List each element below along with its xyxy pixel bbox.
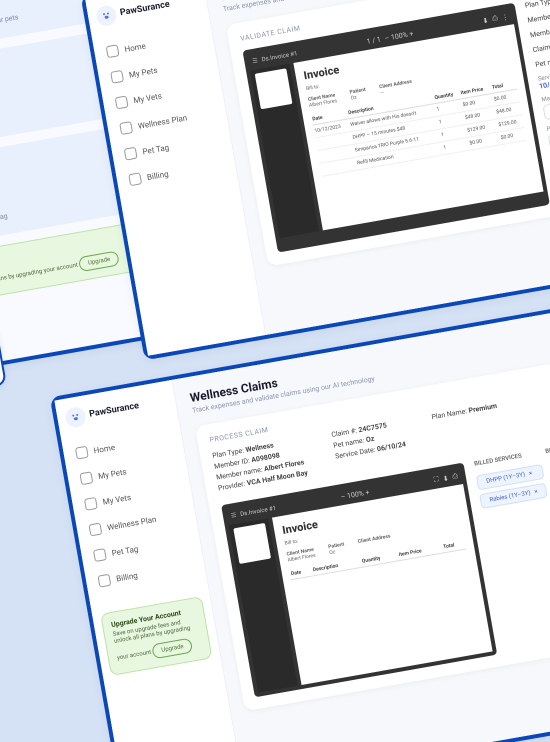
- nav-icon: [115, 95, 129, 109]
- upgrade-button-2[interactable]: Upgrade: [151, 638, 193, 660]
- nav-icon: [93, 548, 107, 562]
- pdf-download-icon[interactable]: ⬇: [482, 16, 489, 25]
- chip-remove-icon[interactable]: ×: [528, 470, 532, 477]
- brand-logo: PawSurance: [95, 0, 200, 27]
- pdf-menu-icon[interactable]: ☰: [231, 512, 238, 520]
- pdf-fit-icon[interactable]: ⛶: [433, 475, 439, 485]
- pdf-zoom[interactable]: – 100% +: [384, 29, 414, 42]
- nav-icon: [110, 70, 124, 84]
- upgrade-button-1[interactable]: Upgrade: [78, 250, 120, 272]
- pdf-download-icon[interactable]: ⬇: [442, 474, 449, 483]
- nav-icon: [97, 574, 111, 588]
- brand-logo-2: PawSurance: [64, 391, 169, 429]
- pdf-menu-icon[interactable]: ☰: [252, 57, 259, 65]
- paw-icon: [64, 406, 87, 429]
- pdf-more-icon[interactable]: ⋮: [501, 12, 509, 21]
- paw-icon: [95, 4, 118, 27]
- nav-icon: [128, 172, 142, 186]
- pdf-thumb[interactable]: [233, 523, 271, 564]
- pdf-viewer-2: ☰ Ds.Invoice #1 – 100% + ⛶ ⬇ ⎙: [221, 462, 498, 697]
- app-validate-panel: PawSurance HomeMy PetsMy VetsWellness Pl…: [81, 0, 550, 360]
- nav-icon: [106, 44, 120, 58]
- pdf-page-indicator: 1 / 1: [366, 35, 381, 45]
- validate-claim-card: VALIDATE CLAIM ☰ Ds.Invoice #1 1 / 1 – 1…: [226, 0, 550, 266]
- nav-icon: [75, 446, 89, 460]
- pdf-filename: Ds.Invoice #1: [261, 50, 298, 63]
- pdf-print-icon[interactable]: ⎙: [452, 472, 459, 482]
- chip-remove-icon[interactable]: ×: [534, 488, 538, 495]
- nav-icon: [88, 523, 102, 537]
- pdf-viewer: ☰ Ds.Invoice #1 1 / 1 – 100% + ⬇ ⎙ ⋮: [242, 3, 549, 253]
- pdf-thumb-1[interactable]: [255, 68, 293, 109]
- nav-icon: [79, 471, 93, 485]
- upgrade-card-2: Upgrade Your Account Save on upgrade fee…: [100, 596, 212, 676]
- nav-icon: [84, 497, 98, 511]
- nav-icon: [119, 121, 133, 135]
- pdf-print-icon[interactable]: ⎙: [491, 14, 498, 24]
- upgrade-body: Save on upgrade fees and unlock all plan…: [0, 262, 78, 301]
- nav-icon: [124, 147, 138, 161]
